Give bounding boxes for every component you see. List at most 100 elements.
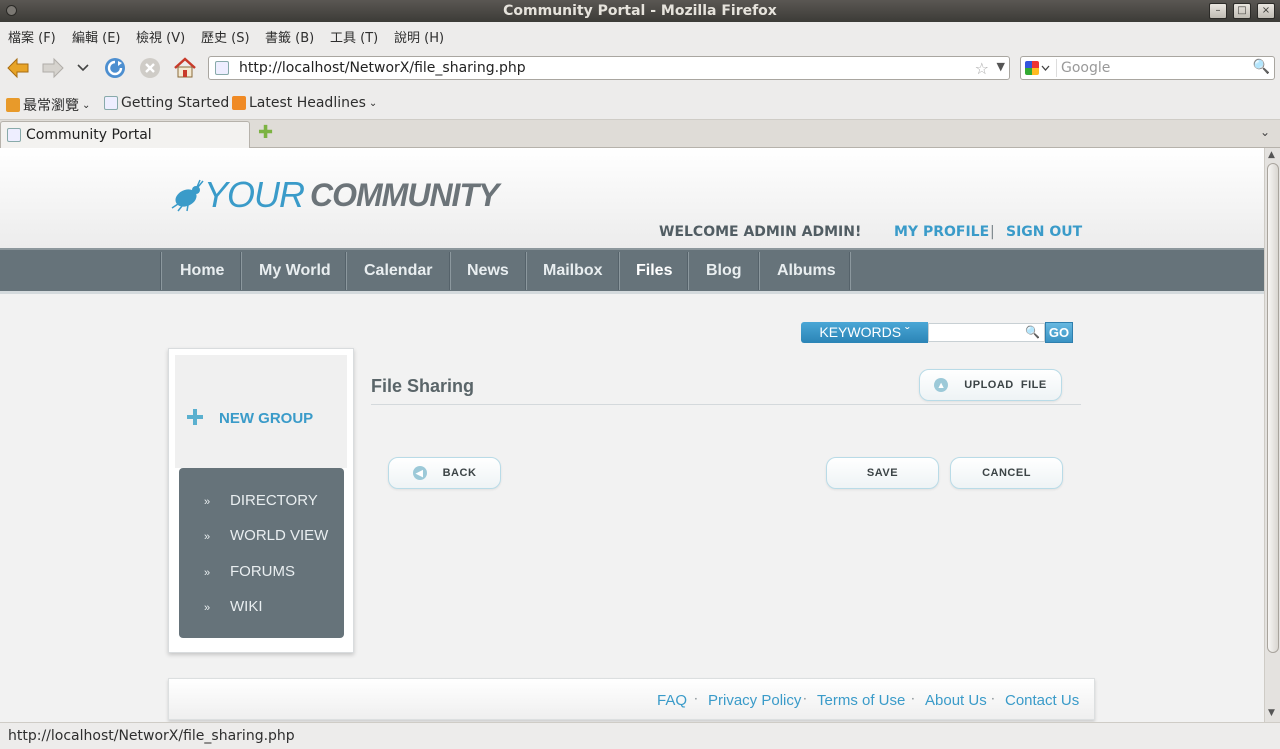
site-identity-icon[interactable] xyxy=(215,61,229,75)
site-header: YOUR COMMUNITY WELCOME ADMIN ADMIN! MY P… xyxy=(0,148,1264,248)
tab-bar: Community Portal ✚ ⌄ xyxy=(0,120,1280,148)
sidebar-item-forums[interactable]: » FORUMS xyxy=(204,563,295,580)
minimize-button[interactable]: – xyxy=(1209,3,1227,19)
keyword-search-input[interactable]: 🔍 xyxy=(928,323,1045,342)
scroll-up-arrow-icon[interactable]: ▲ xyxy=(1268,150,1275,160)
menu-view[interactable]: 檢視 (V) xyxy=(136,27,185,46)
nav-divider xyxy=(240,252,242,290)
site-logo[interactable]: YOUR COMMUNITY xyxy=(170,174,499,216)
back-button[interactable]: ◀ BACK xyxy=(388,457,501,489)
folder-icon xyxy=(6,98,20,112)
back-arrow-icon[interactable] xyxy=(5,55,31,81)
nav-home[interactable]: Home xyxy=(180,262,224,280)
nav-divider xyxy=(618,252,620,290)
new-tab-plus-icon[interactable]: ✚ xyxy=(258,124,273,142)
url-text[interactable]: http://localhost/NetworX/file_sharing.ph… xyxy=(239,60,526,76)
user-links-separator: | xyxy=(990,224,995,240)
upload-arrow-icon: ▲ xyxy=(934,378,949,392)
search-icon[interactable]: 🔍 xyxy=(1253,59,1270,75)
chevron-right-icon: » xyxy=(204,602,211,614)
scroll-down-arrow-icon[interactable]: ▼ xyxy=(1268,708,1275,718)
page-title: File Sharing xyxy=(371,376,475,396)
site-footer: FAQ · Privacy Policy · Terms of Use · Ab… xyxy=(168,678,1095,720)
sidebar-item-world-view[interactable]: » WORLD VIEW xyxy=(204,527,328,544)
forward-arrow-icon[interactable] xyxy=(40,55,66,81)
footer-link-faq[interactable]: FAQ xyxy=(657,692,687,709)
footer-separator: · xyxy=(991,692,995,706)
cancel-label: CANCEL xyxy=(982,467,1031,479)
menu-history[interactable]: 歷史 (S) xyxy=(201,27,250,46)
title-divider xyxy=(371,404,1081,405)
search-icon: 🔍 xyxy=(1025,325,1040,339)
keyword-search: KEYWORDS ˇ 🔍 GO xyxy=(801,322,1073,344)
list-tabs-chevron-icon[interactable]: ⌄ xyxy=(1260,125,1270,139)
footer-link-about-us[interactable]: About Us xyxy=(925,692,987,709)
status-bar: http://localhost/NetworX/file_sharing.ph… xyxy=(0,722,1280,749)
my-profile-link[interactable]: MY PROFILE xyxy=(894,224,989,240)
upload-file-label: UPLOAD FILE xyxy=(964,379,1047,391)
maximize-button[interactable]: □ xyxy=(1233,3,1251,19)
nav-blog[interactable]: Blog xyxy=(706,262,742,280)
url-dropdown-icon[interactable]: ▼ xyxy=(997,60,1005,73)
google-icon xyxy=(1025,61,1039,75)
sidebar: NEW GROUP » DIRECTORY » WORLD VIEW » FORUMS… xyxy=(168,348,354,653)
home-icon[interactable] xyxy=(172,55,198,81)
sidebar-item-wiki[interactable]: » WIKI xyxy=(204,598,263,615)
keywords-dropdown[interactable]: KEYWORDS ˇ xyxy=(801,322,928,343)
scrollbar-thumb[interactable] xyxy=(1267,163,1279,653)
go-button[interactable]: GO xyxy=(1045,322,1073,343)
bookmarks-toolbar: 最常瀏覽 ⌄ Getting Started Latest Headlines … xyxy=(0,88,1280,120)
window-title: Community Portal - Mozilla Firefox xyxy=(503,3,777,19)
footer-link-terms-of-use[interactable]: Terms of Use xyxy=(817,692,905,709)
nav-divider xyxy=(345,252,347,290)
footer-link-contact-us[interactable]: Contact Us xyxy=(1005,692,1079,709)
page-icon xyxy=(104,96,118,110)
logo-text-community: COMMUNITY xyxy=(310,176,499,213)
menu-bookmarks[interactable]: 書籤 (B) xyxy=(265,27,314,46)
upload-file-button[interactable]: ▲ UPLOAD FILE xyxy=(919,369,1062,401)
main-navigation: Home My World Calendar News Mailbox File… xyxy=(0,248,1264,294)
close-button[interactable]: × xyxy=(1257,3,1275,19)
search-input[interactable]: Google xyxy=(1061,60,1110,76)
search-engine-selector[interactable] xyxy=(1023,59,1057,77)
menu-edit[interactable]: 編輯 (E) xyxy=(72,27,121,46)
plus-icon[interactable] xyxy=(187,409,203,425)
sign-out-link[interactable]: SIGN OUT xyxy=(1006,224,1082,240)
nav-albums[interactable]: Albums xyxy=(777,262,836,280)
tab-label: Community Portal xyxy=(26,127,152,143)
vertical-scrollbar[interactable]: ▲ ▼ xyxy=(1264,148,1280,722)
bookmark-getting-started[interactable]: Getting Started xyxy=(104,95,229,111)
chevron-right-icon: » xyxy=(204,531,211,543)
nav-files[interactable]: Files xyxy=(636,262,672,280)
footer-separator: · xyxy=(694,692,698,706)
menu-help[interactable]: 說明 (H) xyxy=(394,27,444,46)
reload-icon[interactable] xyxy=(102,55,128,81)
page-viewport: YOUR COMMUNITY WELCOME ADMIN ADMIN! MY P… xyxy=(0,148,1264,722)
sidebar-item-directory[interactable]: » DIRECTORY xyxy=(204,492,318,509)
footer-separator: · xyxy=(803,692,807,706)
new-group-link[interactable]: NEW GROUP xyxy=(219,410,313,427)
bookmark-label: Latest Headlines xyxy=(249,95,366,111)
history-dropdown-icon[interactable] xyxy=(72,55,94,81)
nav-my-world[interactable]: My World xyxy=(259,262,331,280)
bookmark-star-icon[interactable]: ☆ xyxy=(975,59,989,78)
url-bar[interactable]: http://localhost/NetworX/file_sharing.ph… xyxy=(208,56,1010,80)
nav-divider xyxy=(758,252,760,290)
cancel-button[interactable]: CANCEL xyxy=(950,457,1063,489)
nav-divider xyxy=(449,252,451,290)
stop-icon[interactable] xyxy=(137,55,163,81)
nav-news[interactable]: News xyxy=(467,262,509,280)
nav-mailbox[interactable]: Mailbox xyxy=(543,262,603,280)
bookmark-most-visited[interactable]: 最常瀏覽 ⌄ xyxy=(6,95,90,115)
sidebar-item-label: WORLD VIEW xyxy=(230,527,329,544)
search-bar[interactable]: Google 🔍 xyxy=(1020,56,1275,80)
tab-community-portal[interactable]: Community Portal xyxy=(0,121,250,148)
save-label: SAVE xyxy=(866,467,899,479)
menu-file[interactable]: 檔案 (F) xyxy=(8,27,56,46)
footer-link-privacy-policy[interactable]: Privacy Policy xyxy=(708,692,801,709)
nav-calendar[interactable]: Calendar xyxy=(364,262,432,280)
save-button[interactable]: SAVE xyxy=(826,457,939,489)
menu-tools[interactable]: 工具 (T) xyxy=(330,27,378,46)
back-label: BACK xyxy=(442,467,477,479)
bookmark-latest-headlines[interactable]: Latest Headlines ⌄ xyxy=(232,95,377,111)
